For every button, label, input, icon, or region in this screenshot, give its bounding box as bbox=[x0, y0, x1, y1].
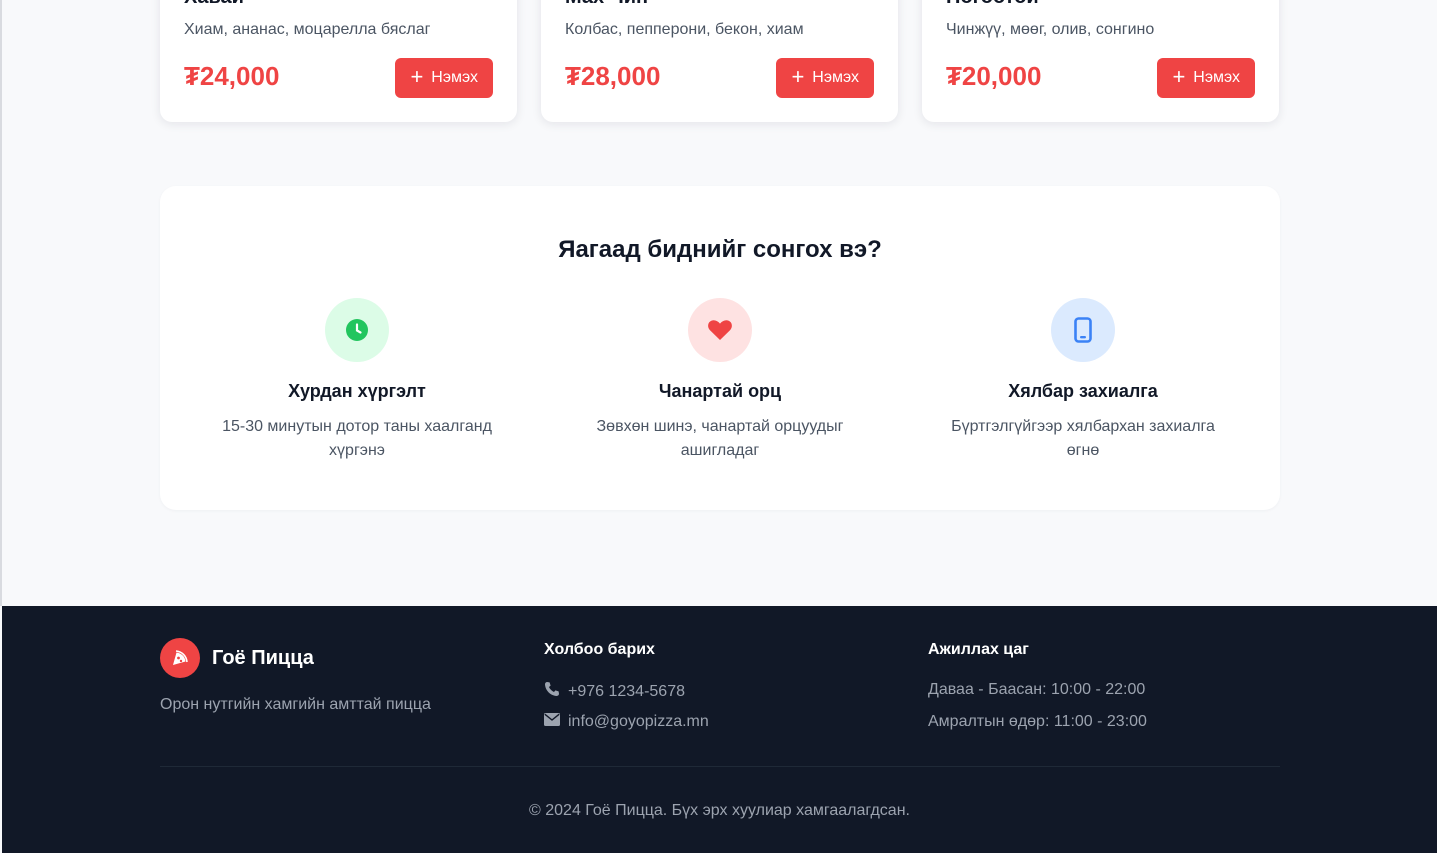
phone-number: +976 1234-5678 bbox=[568, 682, 685, 700]
feature-title: Хялбар захиалга bbox=[1008, 381, 1158, 401]
add-button-label: Нэмэх bbox=[431, 69, 478, 86]
product-description: Чинжүү, мөөг, олив, сонгино bbox=[946, 21, 1155, 38]
product-card: Ногоотой Чинжүү, мөөг, олив, сонгино ₮20… bbox=[922, 0, 1279, 122]
feature-description: Бүртгэлгүйгээр хялбархан захиалга өгнө bbox=[951, 418, 1215, 459]
envelope-icon bbox=[544, 713, 560, 731]
contact-heading: Холбоо барих bbox=[544, 641, 655, 658]
product-price: ₮28,000 bbox=[565, 61, 661, 91]
why-choose-us-section: Яагаад биднийг сонгох вэ? Хурдан хүргэлт… bbox=[160, 186, 1280, 510]
page-left-edge bbox=[0, 0, 2, 606]
product-card: Хавай Хиам, ананас, моцарелла бяслаг ₮24… bbox=[160, 0, 517, 122]
feature-title: Чанартай орц bbox=[658, 381, 782, 401]
product-description: Колбас, пепперони, бекон, хиам bbox=[565, 21, 804, 38]
feature-title: Хурдан хүргэлт bbox=[288, 381, 426, 401]
plus-icon: + bbox=[1172, 64, 1186, 89]
hours-heading: Ажиллах цаг bbox=[928, 641, 1029, 658]
product-name: Ногоотой bbox=[946, 0, 1039, 9]
heart-icon bbox=[688, 298, 752, 362]
phone-icon bbox=[544, 681, 560, 702]
add-to-cart-button[interactable]: + Нэмэх bbox=[1157, 58, 1255, 98]
clock-icon bbox=[325, 298, 389, 362]
product-name: Мах Чин bbox=[565, 0, 648, 9]
weekday-hours: Даваа - Баасан: 10:00 - 22:00 bbox=[928, 681, 1146, 698]
email-address: info@goyopizza.mn bbox=[568, 713, 709, 730]
footer-divider bbox=[160, 766, 1280, 767]
mobile-icon bbox=[1051, 298, 1115, 362]
site-footer: Гоё Пицца Орон нутгийн хамгийн амттай пи… bbox=[2, 606, 1437, 853]
add-to-cart-button[interactable]: + Нэмэх bbox=[776, 58, 874, 98]
feature-quality-ingredients: Чанартай орц Зөвхөн шинэ, чанартай орцуу… bbox=[555, 298, 885, 463]
phone-contact[interactable]: +976 1234-5678 bbox=[544, 681, 685, 702]
feature-description: Зөвхөн шинэ, чанартай орцуудыг ашигладаг bbox=[596, 418, 844, 459]
section-title: Яагаад биднийг сонгох вэ? bbox=[558, 236, 882, 263]
footer-brand[interactable]: Гоё Пицца bbox=[160, 638, 314, 678]
brand-name: Гоё Пицца bbox=[212, 646, 314, 669]
feature-easy-order: Хялбар захиалга Бүртгэлгүйгээр хялбархан… bbox=[918, 298, 1248, 463]
product-card: Мах Чин Колбас, пепперони, бекон, хиам ₮… bbox=[541, 0, 898, 122]
product-description: Хиам, ананас, моцарелла бяслаг bbox=[184, 21, 431, 38]
email-contact[interactable]: info@goyopizza.mn bbox=[544, 713, 709, 731]
brand-tagline: Орон нутгийн хамгийн амттай пицца bbox=[160, 696, 431, 713]
product-cards: Хавай Хиам, ананас, моцарелла бяслаг ₮24… bbox=[160, 0, 1280, 122]
product-price: ₮20,000 bbox=[946, 61, 1042, 91]
product-price: ₮24,000 bbox=[184, 61, 280, 91]
copyright-text: © 2024 Гоё Пицца. Бүх эрх хуулиар хамгаа… bbox=[529, 802, 910, 819]
add-button-label: Нэмэх bbox=[1193, 69, 1240, 86]
feature-fast-delivery: Хурдан хүргэлт 15-30 минутын дотор таны … bbox=[192, 298, 522, 463]
pizza-logo-icon bbox=[160, 638, 200, 678]
product-name: Хавай bbox=[184, 0, 244, 9]
plus-icon: + bbox=[791, 64, 805, 89]
weekend-hours: Амралтын өдөр: 11:00 - 23:00 bbox=[928, 713, 1147, 730]
feature-description: 15-30 минутын дотор таны хаалганд хүргэн… bbox=[222, 418, 492, 459]
plus-icon: + bbox=[410, 64, 424, 89]
add-button-label: Нэмэх bbox=[812, 69, 859, 86]
add-to-cart-button[interactable]: + Нэмэх bbox=[395, 58, 493, 98]
